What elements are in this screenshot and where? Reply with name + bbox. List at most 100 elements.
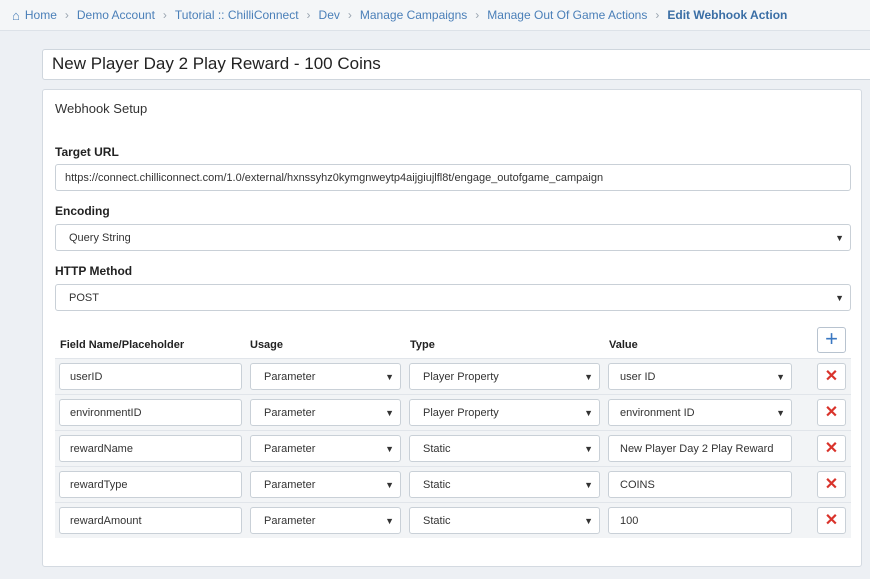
value-input[interactable]: New Player Day 2 Play Reward	[608, 435, 792, 462]
encoding-value: Query String	[69, 231, 131, 244]
value-input-text: COINS	[620, 478, 655, 491]
column-header-usage: Usage	[250, 339, 284, 351]
delete-field-button[interactable]: ✕	[817, 399, 846, 426]
usage-select[interactable]: Parameter ▼	[250, 363, 401, 390]
type-select[interactable]: Player Property ▼	[409, 363, 600, 390]
close-icon: ✕	[824, 476, 839, 493]
caret-down-icon: ▼	[584, 407, 593, 418]
caret-down-icon: ▼	[776, 371, 785, 382]
field-name-input-text: rewardType	[70, 478, 128, 491]
breadcrumb-separator-icon: ›	[306, 8, 311, 22]
panel-header: Webhook Setup	[55, 101, 148, 116]
caret-down-icon: ▼	[385, 407, 394, 418]
field-name-input-text: rewardName	[70, 442, 133, 455]
usage-select-text: Parameter	[264, 514, 316, 527]
home-icon[interactable]: ⌂	[12, 8, 20, 23]
close-icon: ✕	[824, 404, 839, 421]
http-method-value: POST	[69, 291, 99, 304]
delete-field-button[interactable]: ✕	[817, 507, 846, 534]
table-row: userID Parameter ▼ Player Property ▼ user ID ▼…	[55, 358, 851, 394]
caret-down-icon: ▼	[385, 479, 394, 490]
add-field-button[interactable]: +	[817, 327, 846, 353]
value-input-text: 100	[620, 514, 639, 527]
value-select[interactable]: user ID ▼	[608, 363, 792, 390]
breadcrumb-manage-actions[interactable]: Manage Out Of Game Actions	[487, 8, 647, 22]
breadcrumb-separator-icon: ›	[475, 8, 480, 22]
encoding-label: Encoding	[55, 204, 110, 218]
caret-down-icon: ▼	[584, 515, 593, 526]
type-select[interactable]: Static ▼	[409, 471, 600, 498]
value-input[interactable]: COINS	[608, 471, 792, 498]
value-input[interactable]: 100	[608, 507, 792, 534]
table-row: rewardAmount Parameter ▼ Static ▼ 100 ✕	[55, 502, 851, 538]
caret-down-icon: ▼	[584, 479, 593, 490]
http-method-label: HTTP Method	[55, 264, 133, 278]
type-select[interactable]: Static ▼	[409, 435, 600, 462]
type-select-text: Static	[423, 478, 451, 491]
webhook-setup-panel: Webhook Setup Target URL https://connect…	[42, 89, 862, 567]
field-name-input[interactable]: rewardType	[59, 471, 242, 498]
breadcrumb-current: Edit Webhook Action	[667, 8, 788, 22]
column-header-type: Type	[410, 339, 435, 351]
type-select-text: Player Property	[423, 370, 499, 383]
caret-down-icon: ▼	[835, 232, 844, 243]
caret-down-icon: ▼	[385, 371, 394, 382]
usage-select[interactable]: Parameter ▼	[250, 471, 401, 498]
delete-field-button[interactable]: ✕	[817, 471, 846, 498]
field-name-input-text: userID	[70, 370, 103, 383]
caret-down-icon: ▼	[584, 371, 593, 382]
table-row: environmentID Parameter ▼ Player Property ▼ e…	[55, 394, 851, 430]
value-select[interactable]: environment ID ▼	[608, 399, 792, 426]
type-select-text: Player Property	[423, 406, 499, 419]
webhook-fields-table: Field Name/Placeholder Usage Type Value …	[55, 326, 851, 538]
type-select[interactable]: Static ▼	[409, 507, 600, 534]
encoding-select[interactable]: Query String ▼	[55, 224, 851, 251]
breadcrumb-separator-icon: ›	[655, 8, 660, 22]
usage-select-text: Parameter	[264, 478, 316, 491]
type-select[interactable]: Player Property ▼	[409, 399, 600, 426]
caret-down-icon: ▼	[835, 292, 844, 303]
close-icon: ✕	[824, 512, 839, 529]
breadcrumb-separator-icon: ›	[162, 8, 167, 22]
value-select-text: environment ID	[620, 406, 695, 419]
table-row: rewardName Parameter ▼ Static ▼ New Player Da…	[55, 430, 851, 466]
column-header-value: Value	[609, 339, 638, 351]
caret-down-icon: ▼	[776, 407, 785, 418]
http-method-select[interactable]: POST ▼	[55, 284, 851, 311]
field-name-input[interactable]: environmentID	[59, 399, 242, 426]
caret-down-icon: ▼	[385, 443, 394, 454]
breadcrumb-manage-campaigns[interactable]: Manage Campaigns	[360, 8, 467, 22]
usage-select-text: Parameter	[264, 406, 316, 419]
action-title-input[interactable]: New Player Day 2 Play Reward - 100 Coins	[42, 49, 870, 80]
value-select-text: user ID	[620, 370, 656, 383]
target-url-input[interactable]: https://connect.chilliconnect.com/1.0/ex…	[55, 164, 851, 191]
type-select-text: Static	[423, 442, 451, 455]
breadcrumb-separator-icon: ›	[64, 8, 69, 22]
usage-select-text: Parameter	[264, 442, 316, 455]
breadcrumb-game[interactable]: Tutorial :: ChilliConnect	[175, 8, 299, 22]
delete-field-button[interactable]: ✕	[817, 435, 846, 462]
plus-icon: +	[825, 326, 838, 351]
caret-down-icon: ▼	[385, 515, 394, 526]
caret-down-icon: ▼	[584, 443, 593, 454]
field-name-input-text: rewardAmount	[70, 514, 142, 527]
field-name-input[interactable]: rewardAmount	[59, 507, 242, 534]
target-url-label: Target URL	[55, 145, 119, 159]
breadcrumb-home[interactable]: Home	[25, 8, 57, 22]
field-name-input[interactable]: userID	[59, 363, 242, 390]
type-select-text: Static	[423, 514, 451, 527]
usage-select[interactable]: Parameter ▼	[250, 435, 401, 462]
usage-select[interactable]: Parameter ▼	[250, 399, 401, 426]
value-input-text: New Player Day 2 Play Reward	[620, 442, 774, 455]
field-name-input[interactable]: rewardName	[59, 435, 242, 462]
delete-field-button[interactable]: ✕	[817, 363, 846, 390]
close-icon: ✕	[824, 440, 839, 457]
breadcrumb-demo-account[interactable]: Demo Account	[77, 8, 155, 22]
field-name-input-text: environmentID	[70, 406, 142, 419]
breadcrumb-environment[interactable]: Dev	[319, 8, 340, 22]
usage-select[interactable]: Parameter ▼	[250, 507, 401, 534]
usage-select-text: Parameter	[264, 370, 316, 383]
breadcrumb: ⌂ Home › Demo Account › Tutorial :: Chil…	[0, 0, 870, 31]
close-icon: ✕	[824, 368, 839, 385]
column-header-name: Field Name/Placeholder	[60, 339, 185, 351]
